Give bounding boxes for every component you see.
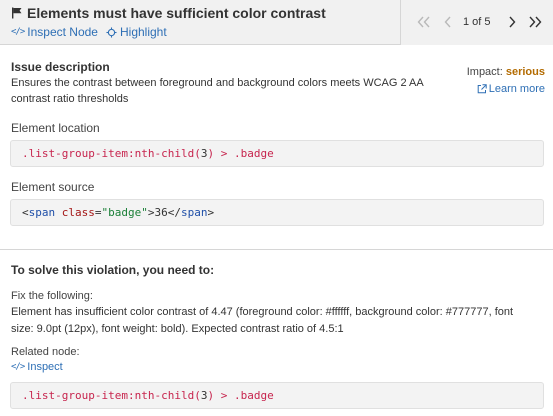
- external-link-icon: [477, 84, 487, 94]
- src-attr-value: "badge": [101, 206, 148, 219]
- learn-more-label: Learn more: [488, 83, 545, 95]
- impact-label: Impact:: [466, 66, 503, 78]
- src-end-lt: </: [167, 206, 181, 219]
- learn-more-link[interactable]: Learn more: [477, 83, 545, 95]
- section-divider: [0, 249, 553, 250]
- issue-header: Elements must have sufficient color cont…: [0, 0, 553, 45]
- element-source-code: <span class="badge">36</span>: [10, 199, 544, 226]
- issue-description-heading: Issue description: [11, 60, 110, 74]
- selector-pseudo: :nth-child(: [127, 147, 201, 160]
- selector-child: .badge: [233, 389, 274, 402]
- related-node-label: Related node:: [11, 346, 80, 358]
- selector-combinator: >: [214, 147, 234, 160]
- highlight-label: Highlight: [119, 25, 167, 39]
- header-actions: </> Inspect Node Highlight: [11, 25, 167, 39]
- pagination: 1 of 5: [400, 0, 553, 45]
- fix-description-line: size: 9.0pt (12px), font weight: bold). …: [11, 323, 344, 335]
- src-open-lt: <: [22, 206, 29, 219]
- code-icon: </>: [11, 362, 25, 372]
- element-location-code: .list-group-item:nth-child(3) > .badge: [10, 140, 544, 167]
- next-page-button[interactable]: [503, 12, 521, 32]
- selector-class: .list-group-item: [22, 147, 128, 160]
- src-attr: class: [61, 206, 95, 219]
- last-page-icon: [529, 16, 542, 28]
- issue-description-line: Ensures the contrast between foreground …: [11, 77, 424, 89]
- last-page-button[interactable]: [526, 12, 544, 32]
- impact: Impact: serious: [467, 66, 545, 78]
- related-node-code: .list-group-item:nth-child(3) > .badge: [10, 382, 544, 409]
- first-page-button[interactable]: [415, 12, 433, 32]
- fix-description: Element has insufficient color contrast …: [11, 304, 551, 338]
- flag-icon: [12, 7, 22, 19]
- fix-label: Fix the following:: [11, 290, 93, 302]
- issue-title: Elements must have sufficient color cont…: [11, 5, 326, 21]
- page-count: 1 of 5: [463, 16, 491, 28]
- inspect-related-link[interactable]: </> Inspect: [11, 361, 63, 373]
- solve-heading: To solve this violation, you need to:: [11, 263, 215, 277]
- next-page-icon: [509, 16, 516, 28]
- selector-class: .list-group-item: [22, 389, 128, 402]
- src-content: 36: [154, 206, 168, 219]
- selector-pseudo: :nth-child(: [127, 389, 201, 402]
- prev-page-icon: [444, 16, 451, 28]
- src-eq: =: [94, 206, 102, 219]
- prev-page-button[interactable]: [439, 12, 457, 32]
- code-icon: </>: [11, 27, 25, 37]
- src-tag: span: [28, 206, 56, 219]
- src-end-gt: >: [207, 206, 215, 219]
- inspect-related-label: Inspect: [27, 361, 63, 373]
- src-end-tag: span: [180, 206, 208, 219]
- selector-combinator: >: [214, 389, 234, 402]
- issue-description: Ensures the contrast between foreground …: [11, 75, 451, 107]
- fix-description-line: Element has insufficient color contrast …: [11, 306, 514, 318]
- selector-child: .badge: [233, 147, 274, 160]
- element-location-label: Element location: [11, 121, 100, 135]
- inspect-node-button[interactable]: </> Inspect Node: [11, 25, 98, 39]
- highlight-icon: [106, 26, 117, 38]
- first-page-icon: [417, 16, 430, 28]
- element-source-label: Element source: [11, 180, 95, 194]
- highlight-button[interactable]: Highlight: [106, 25, 167, 39]
- issue-description-line: contrast ratio thresholds: [11, 93, 129, 105]
- issue-title-text: Elements must have sufficient color cont…: [27, 5, 326, 21]
- inspect-node-label: Inspect Node: [27, 25, 98, 39]
- impact-value: serious: [505, 66, 545, 78]
